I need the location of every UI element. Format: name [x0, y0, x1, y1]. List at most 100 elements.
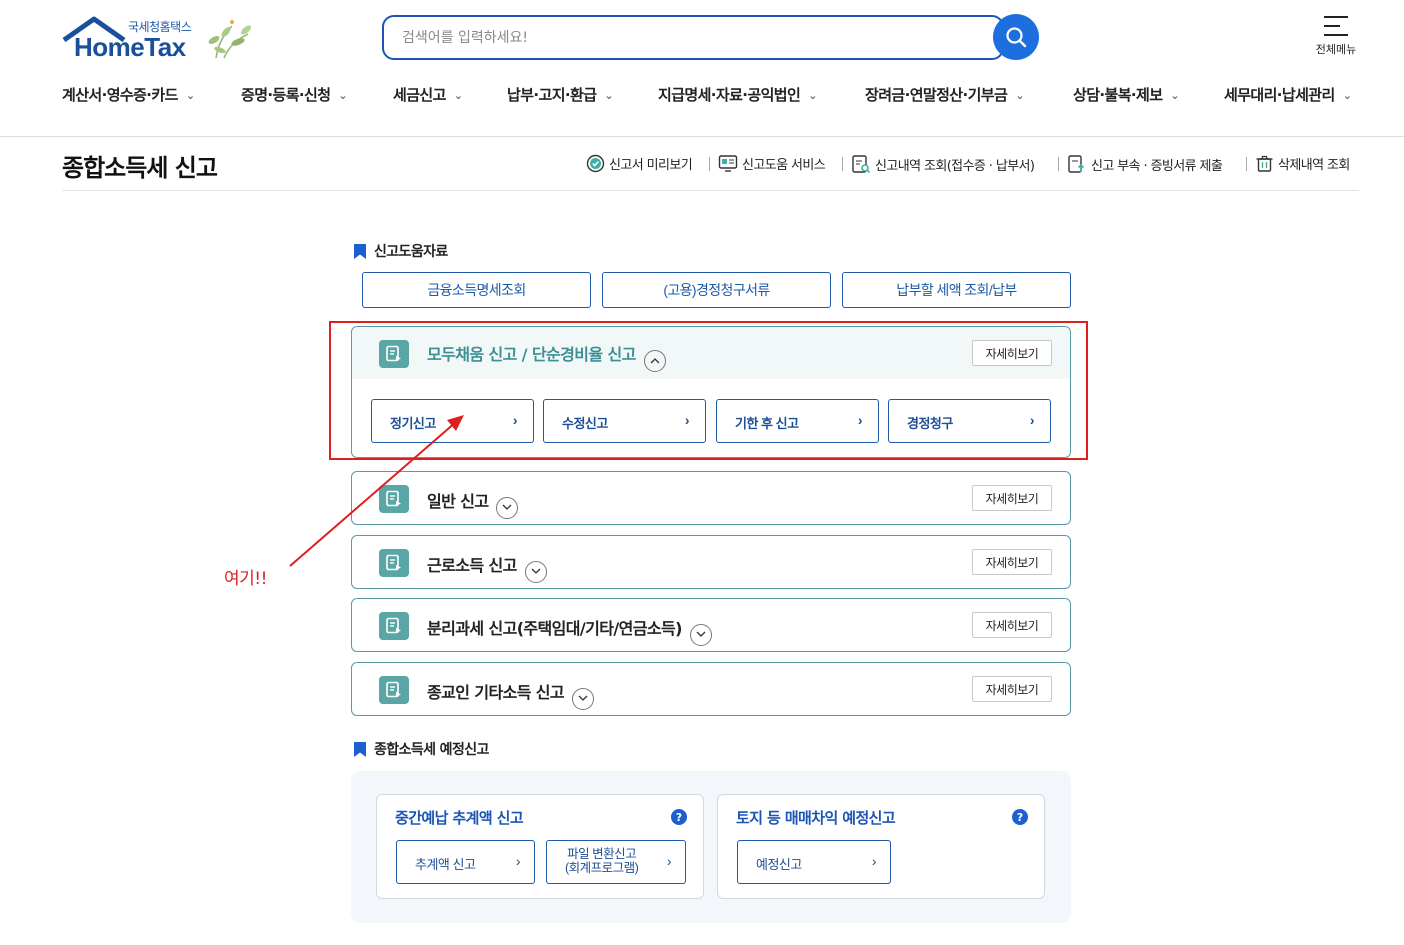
help-icon[interactable]: ? — [671, 809, 687, 825]
hometax-logo[interactable]: 국세청홈택스 HomeTax — [62, 14, 262, 64]
gnb-label: 세금신고 — [393, 86, 446, 104]
chevron-down-icon[interactable] — [689, 623, 712, 646]
document-icon — [379, 549, 409, 577]
land-trade-card: 토지 등 매매차익 예정신고 ? 예정신고 › — [717, 794, 1045, 899]
chevron-down-icon[interactable] — [572, 687, 595, 710]
financial-income-button[interactable]: 금융소득명세조회 — [362, 272, 591, 308]
chevron-down-icon: ⌄ — [1015, 89, 1024, 102]
help-icon[interactable]: ? — [1012, 809, 1028, 825]
accordion-title-text: 분리과세 신고(주택임대/기타/연금소득) — [427, 619, 682, 638]
accordion-title-text: 일반 신고 — [427, 492, 489, 511]
upload-document-icon — [1067, 154, 1087, 174]
accordion-earned-income[interactable]: 근로소득 신고 자세히보기 — [351, 535, 1071, 589]
chevron-down-icon: ⌄ — [453, 89, 463, 102]
util-separator — [1058, 157, 1059, 171]
gnb-label: 증명·등록·신청 — [241, 86, 331, 104]
gnb-item-incentives[interactable]: 장려금·연말정산·기부금 ⌄ — [865, 84, 1024, 105]
chevron-down-icon: ⌄ — [1342, 89, 1352, 102]
detail-button[interactable]: 자세히보기 — [972, 676, 1052, 702]
monitor-icon — [718, 154, 738, 173]
document-search-icon — [851, 154, 871, 174]
accordion-title-text: 근로소득 신고 — [427, 556, 517, 575]
button-label-line1: 파일 변환신고 — [567, 847, 637, 861]
util-separator — [709, 157, 710, 171]
accordion-title: 분리과세 신고(주택임대/기타/연금소득) — [427, 615, 712, 646]
util-link-label: 신고서 미리보기 — [609, 158, 693, 173]
accordion-title-text: 종교인 기타소득 신고 — [427, 683, 565, 702]
highlight-box — [329, 321, 1088, 460]
document-icon — [379, 676, 409, 704]
tax-payment-button[interactable]: 납부할 세액 조회/납부 — [842, 272, 1071, 308]
hamburger-icon — [1324, 16, 1348, 36]
util-separator — [1246, 157, 1247, 171]
gnb-label: 납부·고지·환급 — [507, 86, 597, 104]
detail-button[interactable]: 자세히보기 — [972, 485, 1052, 511]
gnb-item-tax-agent[interactable]: 세무대리·납세관리 ⌄ — [1224, 84, 1352, 105]
accordion-religious-income[interactable]: 종교인 기타소득 신고 자세히보기 — [351, 662, 1071, 716]
gnb-item-consulting[interactable]: 상담·불복·제보 ⌄ — [1073, 84, 1180, 105]
chevron-down-icon: ⌄ — [604, 89, 614, 102]
correction-docs-button[interactable]: (고용)경정청구서류 — [602, 272, 831, 308]
util-separator — [842, 157, 843, 171]
accordion-title: 종교인 기타소득 신고 — [427, 679, 595, 710]
util-link-label: 신고도움 서비스 — [742, 158, 826, 173]
gnb-item-tax-filing[interactable]: 세금신고 ⌄ — [393, 84, 463, 105]
button-label: 추계액 신고 — [415, 857, 476, 872]
card-title: 토지 등 매매차익 예정신고 — [736, 809, 896, 827]
global-nav: 계산서·영수증·카드 ⌄ 증명·등록·신청 ⌄ 세금신고 ⌄ 납부·고지·환급 ⌄ 지급… — [62, 84, 1362, 114]
util-link-deleted[interactable]: 삭제내역 조회 — [1255, 154, 1350, 173]
chevron-down-icon: ⌄ — [1170, 89, 1180, 102]
gnb-item-statements[interactable]: 지급명세·자료·공익법인 ⌄ — [658, 84, 817, 105]
gnb-label: 장려금·연말정산·기부금 — [865, 86, 1008, 104]
detail-button[interactable]: 자세히보기 — [972, 612, 1052, 638]
util-link-label: 신고내역 조회(접수증 · 납부서) — [875, 158, 1035, 174]
util-link-preview[interactable]: 신고서 미리보기 — [586, 154, 693, 173]
gnb-label: 지급명세·자료·공익법인 — [658, 86, 801, 104]
all-menu-button[interactable]: 전체메뉴 — [1310, 14, 1362, 60]
util-link-attachments[interactable]: 신고 부속 · 증빙서류 제출 — [1067, 154, 1223, 174]
accordion-title: 근로소득 신고 — [427, 552, 547, 583]
estimated-filing-button[interactable]: 추계액 신고 › — [396, 840, 535, 884]
detail-button[interactable]: 자세히보기 — [972, 549, 1052, 575]
search-box — [382, 15, 1004, 60]
trash-icon — [1255, 154, 1274, 173]
util-link-label: 신고 부속 · 증빙서류 제출 — [1091, 158, 1223, 174]
search-input[interactable] — [384, 17, 1002, 58]
chevron-down-icon[interactable] — [524, 560, 547, 583]
accordion-separate-taxation[interactable]: 분리과세 신고(주택임대/기타/연금소득) 자세히보기 — [351, 598, 1071, 652]
gnb-label: 계산서·영수증·카드 — [62, 86, 178, 104]
file-conversion-button[interactable]: 파일 변환신고 (회계프로그램) › — [546, 840, 686, 884]
all-menu-label: 전체메뉴 — [1315, 43, 1357, 56]
annotation-text: 여기!! — [224, 569, 267, 589]
page-title: 종합소득세 신고 — [62, 154, 218, 182]
chevron-down-icon[interactable] — [496, 496, 519, 519]
gnb-label: 상담·불복·제보 — [1073, 86, 1163, 104]
gnb-item-payment[interactable]: 납부·고지·환급 ⌄ — [507, 84, 614, 105]
check-circle-icon — [586, 154, 605, 173]
bookmark-icon — [354, 243, 366, 259]
gnb-label: 세무대리·납세관리 — [1224, 86, 1335, 104]
gnb-item-invoice[interactable]: 계산서·영수증·카드 ⌄ — [62, 84, 195, 105]
search-button[interactable] — [993, 14, 1039, 60]
chevron-down-icon: ⌄ — [185, 89, 195, 102]
button-label: 예정신고 — [756, 857, 802, 872]
util-link-history[interactable]: 신고내역 조회(접수증 · 납부서) — [851, 154, 1035, 174]
chevron-down-icon: ⌄ — [338, 89, 348, 102]
search-icon — [1006, 27, 1027, 48]
section-title-label: 신고도움자료 — [374, 244, 448, 260]
plant-decoration-icon — [208, 20, 251, 59]
title-divider — [62, 190, 1359, 191]
accordion-general-filing[interactable]: 일반 신고 자세히보기 — [351, 471, 1071, 525]
button-label-line2: (회계프로그램) — [565, 861, 639, 875]
logo-title: HomeTax — [74, 32, 186, 62]
document-icon — [379, 485, 409, 513]
bookmark-icon — [354, 741, 366, 757]
chevron-right-icon: › — [871, 853, 877, 869]
util-link-label: 삭제내역 조회 — [1278, 158, 1350, 173]
util-link-help-service[interactable]: 신고도움 서비스 — [718, 154, 826, 173]
section-title-prefiling: 종합소득세 예정신고 — [354, 739, 489, 759]
chevron-down-icon: ⌄ — [808, 89, 817, 102]
preliminary-filing-button[interactable]: 예정신고 › — [737, 840, 891, 884]
gnb-item-certificate[interactable]: 증명·등록·신청 ⌄ — [241, 84, 348, 105]
section-title-label: 종합소득세 예정신고 — [374, 742, 489, 758]
